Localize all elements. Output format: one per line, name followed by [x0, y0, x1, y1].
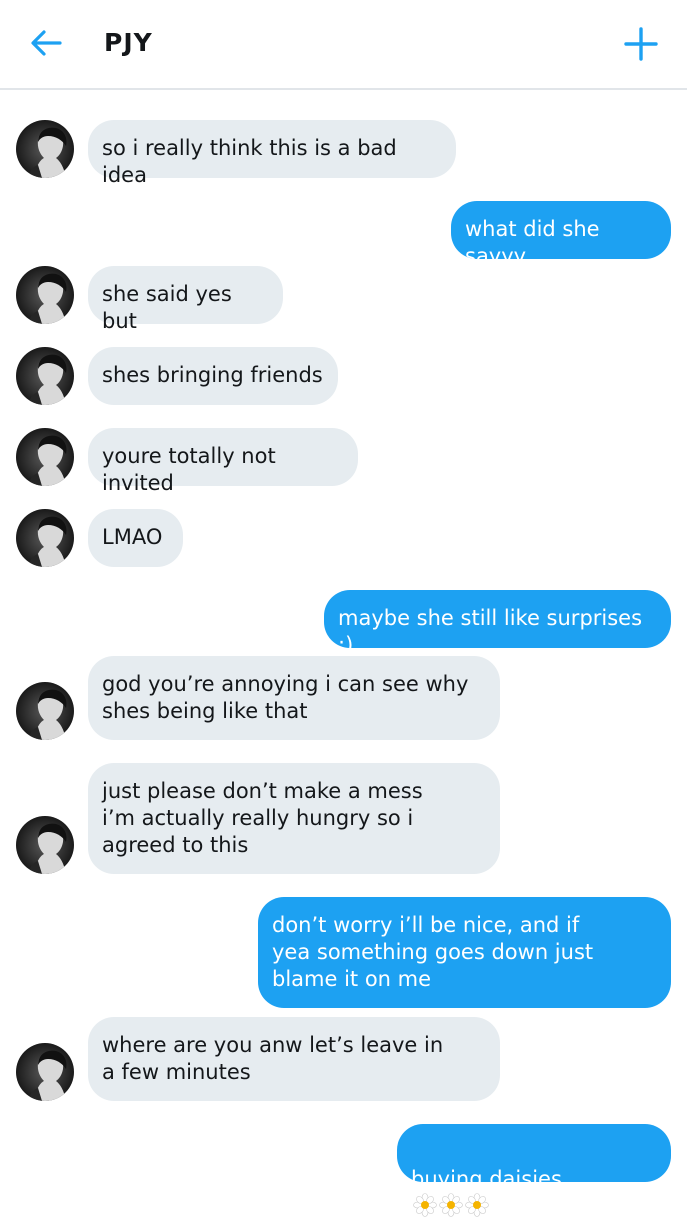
contact-avatar[interactable] — [16, 120, 74, 178]
back-button[interactable] — [26, 26, 66, 60]
message-text: buying daisies — [411, 1167, 562, 1191]
contact-avatar[interactable] — [16, 428, 74, 486]
new-message-button[interactable] — [622, 25, 660, 63]
contact-avatar[interactable] — [16, 1043, 74, 1101]
outgoing-message[interactable]: buying daisies — [397, 1124, 671, 1182]
incoming-message[interactable]: so i really think this is a bad idea — [88, 120, 456, 187]
incoming-message[interactable]: where are you anw let’s leave in a few m… — [88, 1017, 500, 1101]
incoming-message[interactable]: youre totally not invited — [88, 428, 358, 495]
outgoing-message[interactable]: maybe she still like surprises :) — [324, 590, 671, 657]
outgoing-message[interactable]: don’t worry i’ll be nice, and if yea som… — [258, 897, 671, 1008]
contact-avatar[interactable] — [16, 509, 74, 567]
plus-icon — [624, 27, 658, 61]
daisy-icon — [439, 1193, 463, 1217]
conversation-header: PJY — [0, 0, 687, 90]
incoming-message[interactable]: shes bringing friends — [88, 347, 338, 405]
incoming-message[interactable]: LMAO — [88, 509, 183, 567]
arrow-left-icon — [31, 30, 62, 56]
daisy-icon — [465, 1193, 489, 1217]
incoming-message[interactable]: just please don’t make a mess i’m actual… — [88, 763, 500, 874]
contact-avatar[interactable] — [16, 266, 74, 324]
daisy-icon — [413, 1193, 437, 1217]
conversation-title: PJY — [104, 28, 153, 57]
contact-avatar[interactable] — [16, 682, 74, 740]
incoming-message[interactable]: god you’re annoying i can see why shes b… — [88, 656, 500, 740]
incoming-message[interactable]: she said yes but — [88, 266, 283, 333]
outgoing-message[interactable]: what did she sayyy — [451, 201, 671, 268]
contact-avatar[interactable] — [16, 347, 74, 405]
contact-avatar[interactable] — [16, 816, 74, 874]
